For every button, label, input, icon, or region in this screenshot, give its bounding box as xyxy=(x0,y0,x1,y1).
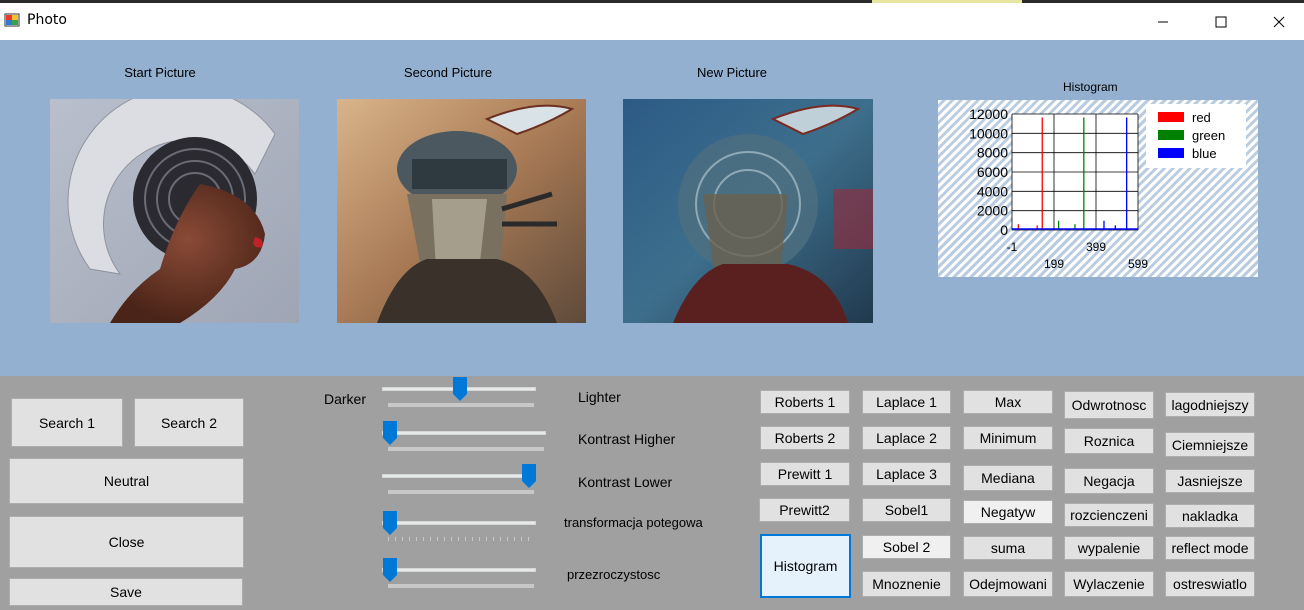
y-tick-label: 2000 xyxy=(977,203,1008,219)
slider-ticks xyxy=(388,447,544,451)
slider-thumb[interactable] xyxy=(522,464,536,488)
transformacja-label: transformacja potegowa xyxy=(564,515,703,530)
rozcienczeni-button[interactable]: rozcienczeni xyxy=(1064,503,1154,527)
jasniejsze-button[interactable]: Jasniejsze xyxy=(1165,469,1255,493)
slider-ticks xyxy=(388,537,534,541)
darker-label: Darker xyxy=(324,391,367,407)
search-1-button[interactable]: Search 1 xyxy=(11,398,123,447)
legend-swatch xyxy=(1158,112,1184,122)
kontrast-higher-label: Kontrast Higher xyxy=(578,431,676,447)
wypalenie-button[interactable]: wypalenie xyxy=(1064,536,1154,560)
slider-thumb[interactable] xyxy=(383,421,397,445)
minimum-button[interactable]: Minimum xyxy=(963,426,1053,450)
search-2-button[interactable]: Search 2 xyxy=(134,398,244,447)
start-picture[interactable] xyxy=(50,99,299,323)
odejmowani-button[interactable]: Odejmowani xyxy=(963,571,1053,597)
close-window-button[interactable] xyxy=(1250,3,1304,40)
slider-ticks xyxy=(388,584,534,588)
save-button[interactable]: Save xyxy=(9,578,243,606)
close-button[interactable]: Close xyxy=(9,516,244,568)
legend-label: red xyxy=(1192,110,1211,125)
legend-label: blue xyxy=(1192,146,1217,161)
max-button[interactable]: Max xyxy=(963,390,1053,414)
mnoznenie-button[interactable]: Mnoznenie xyxy=(862,571,951,597)
reflect-mode-button[interactable]: reflect mode xyxy=(1165,536,1255,560)
x-tick-label: -1 xyxy=(1007,240,1018,254)
legend-swatch xyxy=(1158,130,1184,140)
maximize-icon xyxy=(1215,16,1227,27)
histogram-chart: 12000 10000 8000 6000 4000 2000 0 -1 399 199 599 … xyxy=(938,100,1258,277)
suma-button[interactable]: suma xyxy=(963,536,1053,560)
y-tick-label: 4000 xyxy=(977,183,1008,199)
new-picture[interactable] xyxy=(623,99,873,323)
ciemniejsze-button[interactable]: Ciemniejsze xyxy=(1165,432,1255,457)
second-picture[interactable] xyxy=(337,99,586,323)
mediana-button[interactable]: Mediana xyxy=(963,465,1053,491)
histogram-title: Histogram xyxy=(1063,80,1118,94)
maximize-button[interactable] xyxy=(1192,3,1250,40)
x-tick-label: 399 xyxy=(1086,240,1106,254)
window-title: Photo xyxy=(27,12,67,28)
slider-thumb[interactable] xyxy=(452,377,467,401)
app-icon xyxy=(4,13,20,27)
roberts-2-button[interactable]: Roberts 2 xyxy=(760,426,850,450)
histogram-x-ticks: -1 399 199 599 xyxy=(1007,240,1149,271)
y-tick-label: 0 xyxy=(1000,222,1008,238)
y-tick-label: 12000 xyxy=(969,106,1008,122)
title-bar: Photo xyxy=(0,0,1304,40)
legend-swatch xyxy=(1158,148,1184,158)
histogram-svg: 120001000080006000400020000 -1 399199 599 … xyxy=(969,104,1246,271)
histogram-y-ticks: 12000 10000 8000 6000 4000 2000 0 xyxy=(969,106,1008,238)
negatyw-button[interactable]: Negatyw xyxy=(963,500,1053,524)
y-tick-label: 8000 xyxy=(977,145,1008,161)
prewitt-2-button[interactable]: Prewitt2 xyxy=(759,498,850,522)
laplace-2-button[interactable]: Laplace 2 xyxy=(862,426,951,450)
sobel-2-button[interactable]: Sobel 2 xyxy=(862,535,951,559)
slider-ticks xyxy=(388,490,534,494)
nakladka-button[interactable]: nakladka xyxy=(1165,504,1255,528)
slider-track[interactable] xyxy=(382,521,536,525)
slider-track[interactable] xyxy=(382,474,536,478)
ostreswiatlo-button[interactable]: ostreswiatlo xyxy=(1165,571,1255,597)
histogram-button[interactable]: Histogram xyxy=(760,534,851,598)
slider-track[interactable] xyxy=(382,431,546,435)
negacja-button[interactable]: Negacja xyxy=(1064,468,1154,494)
minimize-icon xyxy=(1158,21,1168,22)
slider-thumb[interactable] xyxy=(383,511,397,535)
kontrast-lower-label: Kontrast Lower xyxy=(578,474,673,490)
roznica-button[interactable]: Roznica xyxy=(1064,428,1154,454)
x-tick-label: 599 xyxy=(1128,257,1148,271)
laplace-3-button[interactable]: Laplace 3 xyxy=(862,462,951,486)
lagodniejszy-button[interactable]: lagodniejszy xyxy=(1165,392,1255,417)
slider-track[interactable] xyxy=(382,568,536,572)
second-picture-label: Second Picture xyxy=(403,65,493,80)
odwrotnosc-button[interactable]: Odwrotnosc xyxy=(1064,391,1154,419)
close-icon xyxy=(1273,16,1285,27)
title-strip xyxy=(0,0,1304,3)
przezroczystosc-label: przezroczystosc xyxy=(567,567,661,582)
title-strip-highlight xyxy=(872,0,1022,3)
y-tick-label: 10000 xyxy=(969,125,1008,141)
x-tick-label: 199 xyxy=(1044,257,1064,271)
prewitt-1-button[interactable]: Prewitt 1 xyxy=(760,462,850,486)
slider-ticks xyxy=(388,403,534,407)
roberts-1-button[interactable]: Roberts 1 xyxy=(760,390,850,414)
laplace-1-button[interactable]: Laplace 1 xyxy=(862,390,951,414)
legend-label: green xyxy=(1192,128,1225,143)
minimize-button[interactable] xyxy=(1134,3,1192,40)
wylaczenie-button[interactable]: Wylaczenie xyxy=(1064,571,1154,597)
slider-thumb[interactable] xyxy=(383,558,397,582)
neutral-button[interactable]: Neutral xyxy=(9,458,244,504)
sobel-1-button[interactable]: Sobel1 xyxy=(862,498,951,522)
lighter-label: Lighter xyxy=(578,389,621,405)
start-picture-label: Start Picture xyxy=(124,65,196,80)
y-tick-label: 6000 xyxy=(977,164,1008,180)
new-picture-label: New Picture xyxy=(696,65,768,80)
